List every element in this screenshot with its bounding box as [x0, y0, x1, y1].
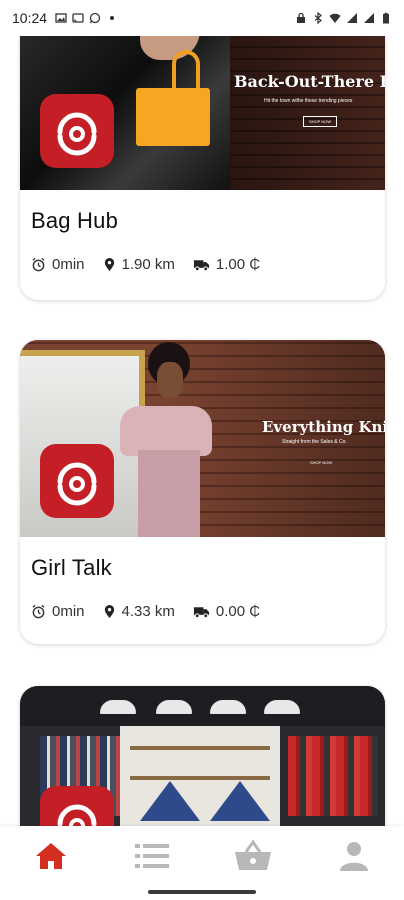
banner-shop-button[interactable]: SHOP NOW — [305, 458, 337, 467]
nav-profile-button[interactable] — [324, 831, 384, 881]
delivery-time: 0min — [52, 256, 85, 273]
list-icon — [134, 844, 169, 868]
wifi-icon — [329, 13, 341, 23]
status-time: 10:24 — [12, 10, 48, 26]
store-card-3[interactable] — [20, 686, 385, 826]
store-meta: 0min 4.33 km 0.00 ₵ — [31, 603, 374, 620]
store-feed[interactable]: Back-Out-There B Hit the town withe thes… — [0, 36, 404, 826]
home-icon — [35, 843, 66, 869]
cast-icon — [72, 13, 84, 23]
brand-logo — [40, 444, 114, 518]
truck-icon — [193, 259, 209, 271]
banner-subtitle: Straight from the Sales & Co. — [282, 439, 347, 445]
brand-logo — [40, 94, 114, 168]
store-card-bag-hub[interactable]: Back-Out-There B Hit the town withe thes… — [20, 36, 385, 300]
store-distance: 4.33 km — [121, 603, 175, 620]
truck-icon — [193, 606, 209, 618]
store-card-girl-talk[interactable]: Everything Knit Straight from the Sales … — [20, 340, 385, 644]
nav-home-button[interactable] — [21, 831, 81, 881]
store-banner: Everything Knit Straight from the Sales … — [20, 340, 385, 537]
gesture-handle[interactable] — [148, 890, 256, 894]
gesture-area — [0, 886, 404, 900]
image-icon — [55, 13, 67, 23]
banner-title: Back-Out-There B — [234, 72, 385, 91]
status-bar: 10:24 — [0, 0, 404, 36]
store-banner: Back-Out-There B Hit the town withe thes… — [20, 36, 385, 190]
banner-shop-button[interactable]: SHOP NOW — [303, 116, 338, 127]
delivery-fee: 1.00 ₵ — [215, 256, 261, 273]
signal-icon — [364, 13, 374, 23]
signal-icon — [347, 13, 357, 23]
bluetooth-icon — [314, 12, 322, 24]
store-banner — [20, 686, 385, 826]
banner-title: Everything Knit — [262, 418, 385, 436]
brand-logo-icon — [57, 462, 97, 506]
lock-icon — [297, 12, 305, 23]
store-name: Girl Talk — [31, 555, 112, 580]
location-pin-icon — [104, 605, 114, 618]
alarm-clock-icon — [32, 257, 45, 272]
profile-icon — [339, 842, 368, 871]
nav-basket-button[interactable] — [223, 831, 283, 881]
delivery-fee: 0.00 ₵ — [215, 603, 261, 620]
store-name: Bag Hub — [31, 208, 119, 233]
banner-subtitle: Hit the town withe these trending pieces — [264, 98, 353, 104]
whatsapp-icon — [89, 12, 101, 24]
brand-logo — [40, 786, 114, 826]
battery-icon — [383, 12, 389, 24]
bottom-navigation — [0, 826, 404, 886]
store-meta: 0min 1.90 km 1.00 ₵ — [31, 256, 374, 273]
basket-icon — [234, 840, 271, 870]
location-pin-icon — [104, 258, 114, 271]
dot-icon — [110, 16, 115, 20]
alarm-clock-icon — [32, 604, 45, 619]
brand-logo-icon — [57, 804, 97, 826]
brand-logo-icon — [57, 112, 97, 156]
store-distance: 1.90 km — [121, 256, 175, 273]
nav-list-button[interactable] — [122, 831, 182, 881]
delivery-time: 0min — [52, 603, 85, 620]
